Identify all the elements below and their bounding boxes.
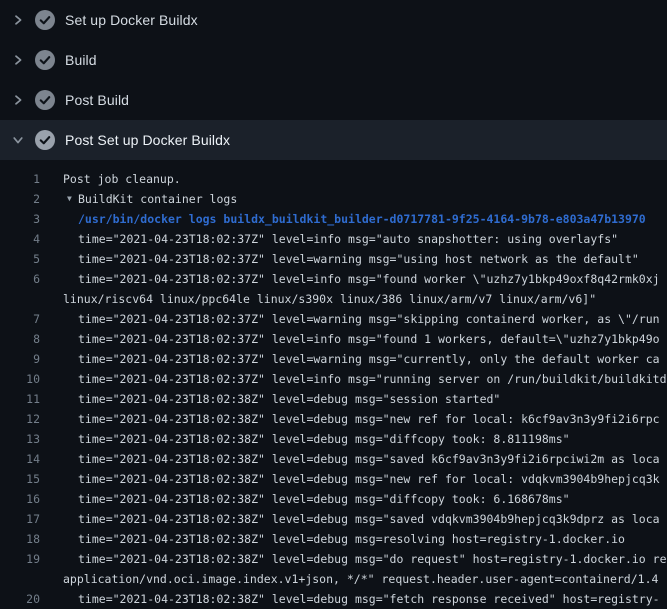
log-line[interactable]: 13 time="2021-04-23T18:02:38Z" level=deb… (0, 429, 667, 449)
line-number[interactable]: 1 (0, 169, 40, 189)
log-line-text: /usr/bin/docker logs buildx_buildkit_bui… (78, 209, 646, 229)
log-line[interactable]: 9 time="2021-04-23T18:02:37Z" level=warn… (0, 349, 667, 369)
step-header-post-build[interactable]: Post Build (0, 80, 667, 120)
log-line-text: time="2021-04-23T18:02:37Z" level=info m… (78, 369, 667, 389)
log-line[interactable]: 8 time="2021-04-23T18:02:37Z" level=info… (0, 329, 667, 349)
chevron-right-icon[interactable] (10, 92, 26, 108)
log-line[interactable]: 11 time="2021-04-23T18:02:38Z" level=deb… (0, 389, 667, 409)
log-line[interactable]: 17 time="2021-04-23T18:02:38Z" level=deb… (0, 509, 667, 529)
line-number[interactable]: 10 (0, 369, 40, 389)
step-label: Build (65, 52, 97, 68)
step-label: Post Set up Docker Buildx (65, 132, 230, 148)
line-number[interactable]: 12 (0, 409, 40, 429)
log-line[interactable]: application/vnd.oci.image.index.v1+json,… (0, 569, 667, 589)
check-circle-icon (35, 10, 55, 30)
log-line-text: BuildKit container logs (78, 189, 237, 209)
log-line-text: time="2021-04-23T18:02:38Z" level=debug … (78, 549, 667, 569)
log-line-text: time="2021-04-23T18:02:38Z" level=debug … (78, 449, 660, 469)
log-line[interactable]: 15 time="2021-04-23T18:02:38Z" level=deb… (0, 469, 667, 489)
log-line[interactable]: 16 time="2021-04-23T18:02:38Z" level=deb… (0, 489, 667, 509)
log-line[interactable]: 1 Post job cleanup. (0, 169, 667, 189)
log-line-text: time="2021-04-23T18:02:38Z" level=debug … (78, 589, 660, 609)
line-number[interactable]: 2 (0, 189, 40, 209)
log-line[interactable]: 5 time="2021-04-23T18:02:37Z" level=warn… (0, 249, 667, 269)
line-number[interactable]: 18 (0, 529, 40, 549)
line-number[interactable]: 16 (0, 489, 40, 509)
log-line[interactable]: 3 /usr/bin/docker logs buildx_buildkit_b… (0, 209, 667, 229)
step-header-set-up-docker-buildx[interactable]: Set up Docker Buildx (0, 0, 667, 40)
log-line[interactable]: 18 time="2021-04-23T18:02:38Z" level=deb… (0, 529, 667, 549)
log-line-text: Post job cleanup. (63, 169, 181, 189)
log-line-text: time="2021-04-23T18:02:38Z" level=debug … (78, 409, 660, 429)
log-line-text: application/vnd.oci.image.index.v1+json,… (63, 569, 658, 589)
log-line-text: time="2021-04-23T18:02:37Z" level=warnin… (78, 249, 639, 269)
step-header-build[interactable]: Build (0, 40, 667, 80)
log-line-text: time="2021-04-23T18:02:37Z" level=warnin… (78, 349, 660, 369)
log-line-text: time="2021-04-23T18:02:38Z" level=debug … (78, 429, 570, 449)
line-number[interactable]: 19 (0, 549, 40, 569)
group-collapse-icon[interactable]: ▼ (67, 189, 78, 209)
log-line[interactable]: 10 time="2021-04-23T18:02:37Z" level=inf… (0, 369, 667, 389)
check-circle-icon (35, 90, 55, 110)
log-line[interactable]: 20 time="2021-04-23T18:02:38Z" level=deb… (0, 589, 667, 609)
log-line-text: time="2021-04-23T18:02:38Z" level=debug … (78, 389, 500, 409)
step-label: Set up Docker Buildx (65, 12, 198, 28)
log-line[interactable]: 14 time="2021-04-23T18:02:38Z" level=deb… (0, 449, 667, 469)
step-header-post-set-up-docker-buildx[interactable]: Post Set up Docker Buildx (0, 120, 667, 160)
step-label: Post Build (65, 92, 129, 108)
log-line[interactable]: 6 time="2021-04-23T18:02:37Z" level=info… (0, 269, 667, 289)
line-number[interactable]: 3 (0, 209, 40, 229)
log-line-text: time="2021-04-23T18:02:37Z" level=info m… (78, 229, 618, 249)
log-line-text: time="2021-04-23T18:02:37Z" level=info m… (78, 269, 660, 289)
line-number[interactable]: 8 (0, 329, 40, 349)
log-line[interactable]: linux/riscv64 linux/ppc64le linux/s390x … (0, 289, 667, 309)
line-number[interactable]: 9 (0, 349, 40, 369)
actions-log-viewer: { "colors": { "bg": "#0d1117", "highligh… (0, 0, 667, 600)
log-line-text: linux/riscv64 linux/ppc64le linux/s390x … (63, 289, 596, 309)
steps-list: Set up Docker Buildx Build Post Build Po… (0, 0, 667, 160)
line-number[interactable]: 7 (0, 309, 40, 329)
line-number[interactable]: 20 (0, 589, 40, 609)
line-number[interactable]: 11 (0, 389, 40, 409)
check-circle-icon (35, 130, 55, 150)
line-number[interactable] (0, 289, 40, 309)
line-number[interactable]: 5 (0, 249, 40, 269)
log-line-text: time="2021-04-23T18:02:38Z" level=debug … (78, 529, 625, 549)
line-number[interactable] (0, 569, 40, 589)
chevron-down-icon[interactable] (10, 132, 26, 148)
line-number[interactable]: 6 (0, 269, 40, 289)
line-number[interactable]: 15 (0, 469, 40, 489)
log-line-text: time="2021-04-23T18:02:38Z" level=debug … (78, 489, 570, 509)
log-line-text: time="2021-04-23T18:02:38Z" level=debug … (78, 509, 660, 529)
check-circle-icon (35, 50, 55, 70)
log-output: 1 Post job cleanup. 2 ▼ BuildKit contain… (0, 160, 667, 609)
log-line-text: time="2021-04-23T18:02:38Z" level=debug … (78, 469, 660, 489)
chevron-right-icon[interactable] (10, 52, 26, 68)
line-number[interactable]: 14 (0, 449, 40, 469)
log-line[interactable]: 4 time="2021-04-23T18:02:37Z" level=info… (0, 229, 667, 249)
log-line[interactable]: 19 time="2021-04-23T18:02:38Z" level=deb… (0, 549, 667, 569)
line-number[interactable]: 17 (0, 509, 40, 529)
log-line[interactable]: 12 time="2021-04-23T18:02:38Z" level=deb… (0, 409, 667, 429)
log-line-text: time="2021-04-23T18:02:37Z" level=info m… (78, 329, 660, 349)
line-number[interactable]: 4 (0, 229, 40, 249)
log-line[interactable]: 7 time="2021-04-23T18:02:37Z" level=warn… (0, 309, 667, 329)
chevron-right-icon[interactable] (10, 12, 26, 28)
line-number[interactable]: 13 (0, 429, 40, 449)
log-line[interactable]: 2 ▼ BuildKit container logs (0, 189, 667, 209)
log-line-text: time="2021-04-23T18:02:37Z" level=warnin… (78, 309, 660, 329)
